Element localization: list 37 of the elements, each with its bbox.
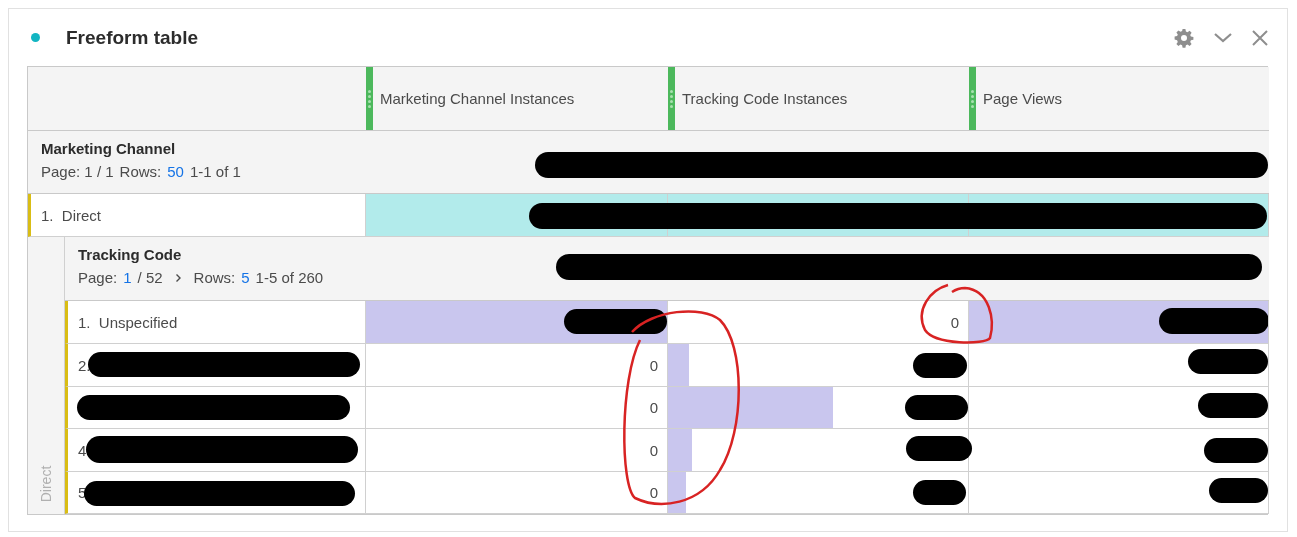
chevron-down-icon[interactable] (1214, 32, 1232, 43)
breakdown-label: Direct (38, 465, 54, 503)
dimension-name: Marketing Channel (41, 140, 177, 157)
rows-label: Rows: (119, 163, 162, 180)
drag-handle[interactable] (668, 67, 675, 130)
page-link[interactable]: 1 (123, 269, 132, 286)
page-label: Page: 1 / 1 (41, 163, 114, 180)
rows-label: Rows: (193, 269, 236, 286)
dimension-name: Tracking Code (78, 246, 183, 263)
row-label[interactable]: 2. (78, 356, 91, 374)
drag-handle[interactable] (969, 67, 976, 130)
column-header[interactable]: Tracking Code Instances (682, 90, 848, 107)
settings-icon[interactable] (1174, 27, 1194, 48)
next-page-icon[interactable] (174, 272, 182, 283)
close-icon[interactable] (1252, 29, 1268, 46)
rows-per-page-link[interactable]: 5 (241, 269, 250, 286)
panel-title: Freeform table (66, 26, 198, 49)
metric-value: 0 (950, 313, 960, 331)
status-dot (31, 33, 40, 42)
rows-per-page-link[interactable]: 50 (167, 163, 184, 180)
row-label[interactable]: 4 (78, 441, 87, 459)
page-label: Page: (78, 269, 118, 286)
drag-handle[interactable] (366, 67, 373, 130)
page-total: / 52 (137, 269, 163, 286)
redaction-mark (1204, 438, 1268, 463)
metric-value: 0 (649, 484, 659, 501)
redaction-mark (906, 436, 972, 461)
row-range: 1-1 of 1 (189, 163, 241, 180)
row-label[interactable]: 1. Unspecified (78, 313, 178, 331)
metric-value: 0 (649, 441, 659, 459)
column-header[interactable]: Page Views (983, 90, 1062, 107)
redaction-mark (1198, 393, 1268, 418)
column-header[interactable]: Marketing Channel Instances (380, 90, 575, 107)
row-label[interactable]: 1. Direct (41, 206, 101, 224)
metric-value: 0 (649, 399, 659, 416)
metric-value: 0 (649, 356, 659, 374)
row-range: 1-5 of 260 (255, 269, 324, 286)
